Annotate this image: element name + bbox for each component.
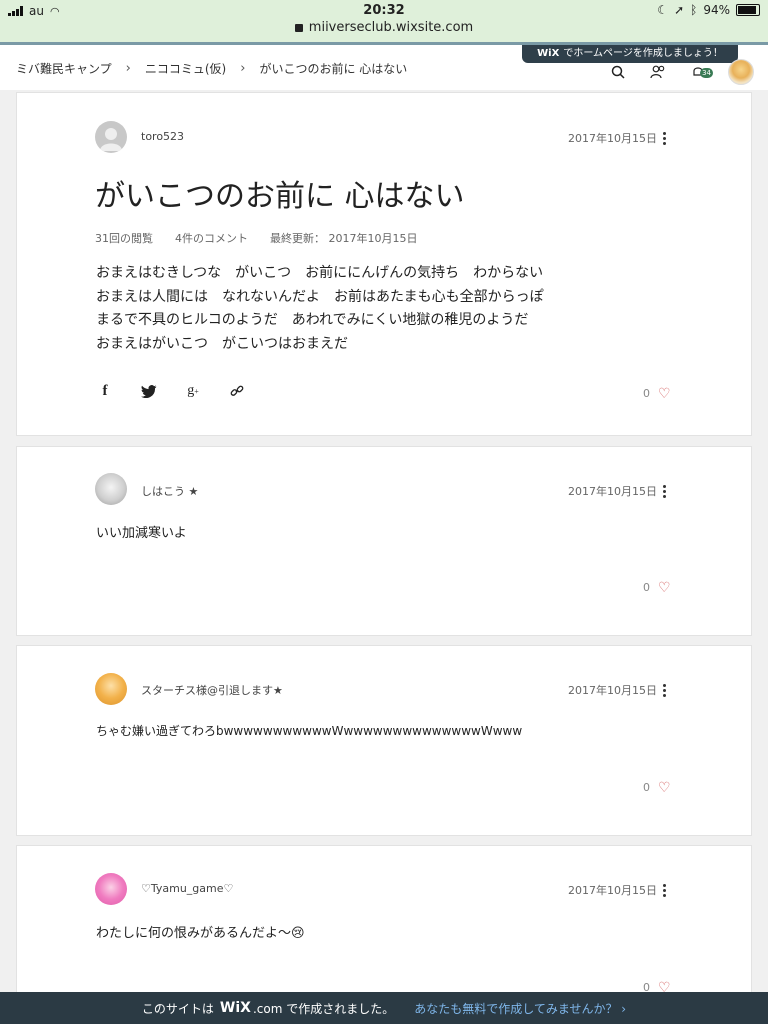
comment-text: ちゃむ嫌い過ぎてわろbwwwwwwwwwwwWwwwwwwwwwwwwwwWww… — [96, 724, 523, 738]
user-avatar[interactable] — [728, 59, 754, 85]
battery-percent: 94% — [703, 3, 730, 17]
like-count: 0 — [643, 581, 650, 594]
post-body-line: まるで不具のヒルコのようだ あわれでみにくい地獄の稚児のようだ — [96, 312, 529, 328]
comment-likes: 0 ♡ — [643, 781, 671, 795]
page-title: がいこつのお前に 心はない — [95, 179, 465, 214]
like-count: 0 — [643, 781, 650, 794]
ios-status-bar: au ◠ 20:32 ☾ ➚ ᛒ 94% miiverseclub.wixsit… — [0, 0, 768, 44]
heart-icon[interactable]: ♡ — [658, 387, 671, 401]
header-actions: 34 — [608, 59, 754, 85]
breadcrumb-item-forum[interactable]: ミバ難民キャンプ — [16, 60, 112, 77]
comment-card: しはこう ★ 2017年10月15日 いい加減寒いよ 0 ♡ — [16, 446, 752, 636]
comment-author[interactable]: しはこう ★ — [141, 483, 198, 499]
breadcrumb-item-category[interactable]: ニココミュ(仮) — [145, 60, 226, 77]
notifications-icon[interactable]: 34 — [688, 62, 713, 82]
wix-footer-banner: このサイトは WiX .com で作成されました。 あなたも無料で作成してみませ… — [0, 992, 768, 1024]
address-bar[interactable]: miiverseclub.wixsite.com — [0, 20, 768, 35]
site-header: ミバ難民キャンプ › ニココミュ(仮) › がいこつのお前に 心はない WiX で… — [0, 45, 768, 90]
comment-text: わたしに何の恨みがあるんだよ〜😢 — [96, 926, 305, 941]
post-date: 2017年10月15日 — [568, 132, 657, 145]
lock-icon — [294, 23, 303, 32]
comment-card: スターチス様@引退します★ 2017年10月15日 ちゃむ嫌い過ぎてわろbwww… — [16, 645, 752, 836]
comment-text: いい加減寒いよ — [96, 526, 187, 541]
twitter-icon[interactable] — [139, 381, 159, 401]
search-icon[interactable] — [608, 62, 628, 82]
post-body-line: おまえはがいこつ がこいつはおまえだ — [96, 335, 348, 352]
comment-likes: 0 ♡ — [643, 581, 671, 595]
more-options-icon[interactable] — [663, 684, 667, 699]
share-bar: f g + — [95, 381, 247, 401]
bluetooth-icon: ᛒ — [690, 3, 698, 17]
chevron-right-icon: › — [240, 61, 246, 76]
post-body-line: おまえは人間には なれないんだよ お前はあたまも心も全部からっぽ — [96, 288, 544, 305]
commenter-avatar[interactable] — [95, 673, 127, 705]
comment-date: 2017年10月15日 — [568, 485, 657, 498]
view-count: 31回の閲覧 — [95, 232, 153, 245]
more-options-icon[interactable] — [663, 132, 667, 147]
comment-author[interactable]: ♡Tyamu_game♡ — [141, 882, 233, 895]
comment-date: 2017年10月15日 — [568, 684, 657, 697]
more-options-icon[interactable] — [663, 884, 667, 899]
post-likes: 0 ♡ — [643, 387, 671, 401]
like-count: 0 — [643, 387, 650, 400]
breadcrumb: ミバ難民キャンプ › ニココミュ(仮) › がいこつのお前に 心はない — [16, 60, 407, 77]
wix-banner-text: でホームページを作成しましょう！ — [563, 48, 723, 59]
status-right: ☾ ➚ ᛒ 94% — [657, 3, 760, 17]
author-avatar[interactable] — [95, 121, 127, 153]
location-icon: ➚ — [674, 3, 685, 17]
members-icon[interactable] — [648, 62, 668, 82]
last-updated: 最終更新： 2017年10月15日 — [270, 232, 418, 245]
footer-cta-link[interactable]: あなたも無料で作成してみませんか？ › — [414, 1000, 626, 1017]
comment-author[interactable]: スターチス様@引退します★ — [141, 682, 283, 698]
post-card: toro523 2017年10月15日 がいこつのお前に 心はない 31回の閲覧… — [16, 92, 752, 436]
wix-banner-brand: WiX — [537, 48, 560, 59]
battery-icon — [736, 4, 760, 16]
wix-logo[interactable]: WiX — [220, 1000, 251, 1016]
commenter-avatar[interactable] — [95, 873, 127, 905]
post-author[interactable]: toro523 — [141, 130, 184, 143]
link-icon[interactable] — [227, 381, 247, 401]
post-body-line: おまえはむきしつな がいこつ お前ににんげんの気持ち わからない — [96, 265, 544, 281]
commenter-avatar[interactable] — [95, 473, 127, 505]
post-body: おまえはむきしつな がいこつ お前ににんげんの気持ち わからない おまえは人間に… — [96, 262, 544, 356]
comment-date: 2017年10月15日 — [568, 884, 657, 897]
heart-icon[interactable]: ♡ — [658, 781, 671, 795]
footer-suffix: .com で作成されました。 — [252, 1001, 395, 1016]
notification-badge: 34 — [700, 68, 713, 78]
comment-card: ♡Tyamu_game♡ 2017年10月15日 わたしに何の恨みがあるんだよ〜… — [16, 845, 752, 1007]
more-options-icon[interactable] — [663, 485, 667, 500]
heart-icon[interactable]: ♡ — [658, 581, 671, 595]
comment-count: 4件のコメント — [175, 232, 248, 245]
post-stats: 31回の閲覧 4件のコメント 最終更新： 2017年10月15日 — [95, 230, 417, 246]
url-text: miiverseclub.wixsite.com — [308, 20, 474, 35]
footer-prefix: このサイトは — [141, 1001, 214, 1016]
google-plus-icon[interactable]: g + — [183, 381, 203, 401]
clock: 20:32 — [363, 3, 405, 18]
chevron-right-icon: › — [125, 61, 131, 76]
facebook-icon[interactable]: f — [95, 381, 115, 401]
moon-icon: ☾ — [657, 3, 669, 17]
breadcrumb-item-post: がいこつのお前に 心はない — [259, 62, 408, 76]
